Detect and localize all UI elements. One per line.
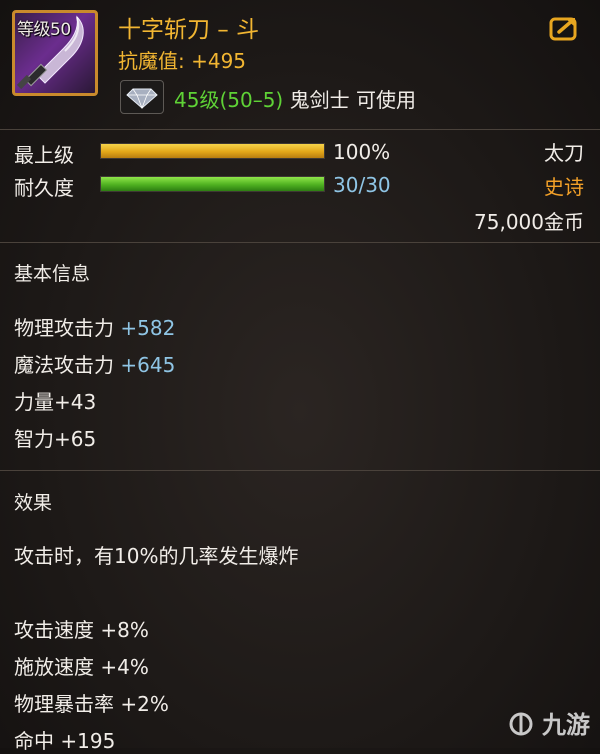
durability-bar-fill	[101, 177, 324, 191]
durability-bar	[100, 176, 325, 192]
effect-crit-rate: 物理暴击率 +2%	[14, 692, 169, 716]
grade-value: 100%	[333, 140, 391, 164]
stat-intelligence: 智力+65	[14, 427, 97, 451]
effect-cast-speed: 施放速度 +4%	[14, 655, 149, 679]
durability-label: 耐久度	[14, 176, 74, 200]
rarity: 史诗	[544, 175, 584, 199]
watermark: 九游	[508, 705, 590, 740]
effect-accuracy: 命中 +195	[14, 729, 116, 753]
required-class: 鬼剑士 可使用	[289, 88, 416, 112]
item-name: 十字斩刀 – 斗	[118, 17, 260, 43]
stat-strength: 力量+43	[14, 390, 97, 414]
price: 75,000金币	[474, 210, 584, 234]
divider	[0, 242, 600, 243]
divider	[0, 470, 600, 471]
required-level: 45级(50–5)	[174, 88, 284, 112]
stat-physical-attack: 物理攻击力 +582	[14, 316, 176, 340]
weapon-type: 太刀	[544, 141, 584, 165]
effect-description: 攻击时，有10%的几率发生爆炸	[14, 544, 299, 568]
divider	[0, 129, 600, 130]
grade-bar	[100, 143, 325, 159]
grade-bar-fill	[101, 144, 324, 158]
effect-attack-speed: 攻击速度 +8%	[14, 618, 149, 642]
basic-info-title: 基本信息	[14, 263, 91, 285]
level-badge: 等级50	[17, 20, 71, 40]
watermark-logo-icon	[508, 711, 542, 739]
durability-value: 30/30	[333, 173, 391, 197]
watermark-text: 九游	[542, 711, 590, 739]
weapon-icon: 等级50	[12, 10, 98, 96]
stat-magic-attack: 魔法攻击力 +645	[14, 353, 176, 377]
share-icon[interactable]	[549, 14, 581, 42]
grade-label: 最上级	[14, 143, 74, 167]
effects-title: 效果	[14, 492, 53, 514]
requirement-line: 45级(50–5) 鬼剑士 可使用	[174, 84, 416, 113]
gem-icon	[120, 80, 164, 114]
anti-magic-stat: 抗魔值: +495	[118, 49, 247, 73]
